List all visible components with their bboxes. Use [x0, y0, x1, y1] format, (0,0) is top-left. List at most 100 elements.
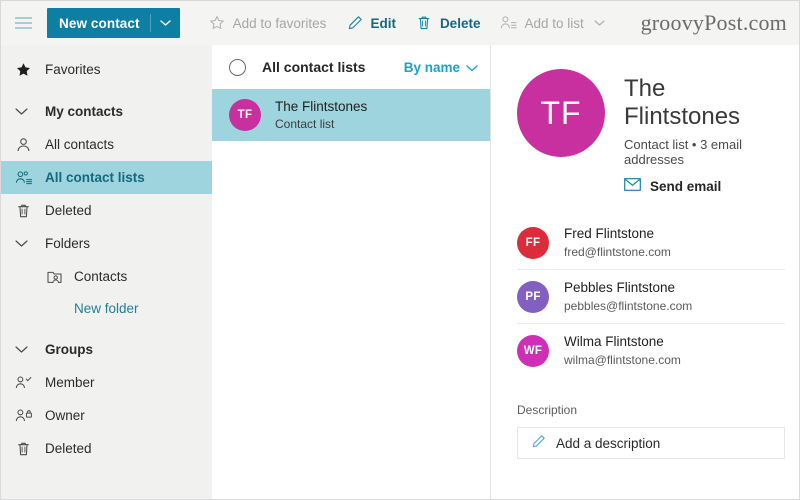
description-label: Description: [517, 403, 578, 418]
toolbar: New contact Add to favorites Edit Delete…: [1, 1, 799, 45]
hamburger-bar: [14, 22, 32, 24]
new-contact-button[interactable]: New contact: [47, 8, 180, 38]
trash-icon: [416, 15, 433, 32]
add-to-favorites-label: Add to favorites: [232, 15, 327, 31]
add-to-list-button[interactable]: Add to list: [491, 9, 616, 38]
new-folder-link[interactable]: New folder: [1, 293, 212, 324]
edit-button[interactable]: Edit: [337, 9, 405, 38]
chevron-down-icon: [591, 15, 608, 32]
hamburger-icon[interactable]: [1, 1, 45, 45]
trash-icon: [15, 441, 41, 457]
sidebar-group-my-contacts[interactable]: My contacts: [1, 95, 212, 128]
chevron-down-icon: [466, 60, 478, 75]
person-icon: [15, 137, 41, 153]
avatar: TF: [229, 99, 261, 131]
sidebar-item-member[interactable]: Member: [1, 366, 212, 399]
sidebar-item-favorites[interactable]: Favorites: [1, 53, 212, 86]
member-meta: Wilma Flintstone wilma@flintstone.com: [564, 333, 681, 369]
sidebar-item-groups-deleted[interactable]: Deleted: [1, 432, 212, 465]
person-lock-icon: [15, 408, 41, 424]
description-placeholder: Add a description: [556, 435, 661, 451]
toolbar-actions: Add to favorites Edit Delete Add to list: [200, 9, 617, 38]
sidebar-item-owner[interactable]: Owner: [1, 399, 212, 432]
contact-list-panel: All contact lists By name TF The Flintst…: [212, 45, 491, 499]
edit-label: Edit: [370, 15, 396, 31]
sidebar-item-deleted[interactable]: Deleted: [1, 194, 212, 227]
contacts-app-window: New contact Add to favorites Edit Delete…: [0, 0, 800, 500]
folder-person-icon: [46, 269, 70, 285]
sort-by-control[interactable]: By name: [404, 60, 478, 75]
list-item-meta: The Flintstones Contact list: [275, 98, 367, 132]
detail-header-info: The Flintstones Contact list • 3 email a…: [624, 69, 785, 194]
add-to-list-label: Add to list: [524, 15, 584, 31]
sidebar-group-groups[interactable]: Groups: [1, 333, 212, 366]
list-item[interactable]: TF The Flintstones Contact list: [212, 89, 490, 141]
member-email: pebbles@flintstone.com: [564, 298, 693, 313]
list-item[interactable]: PF Pebbles Flintstone pebbles@flintstone…: [517, 270, 785, 325]
sidebar-item-label: All contact lists: [45, 170, 145, 185]
chevron-down-icon: [15, 239, 41, 248]
list-item-name: The Flintstones: [275, 98, 368, 114]
member-email: wilma@flintstone.com: [564, 352, 681, 367]
hamburger-bar: [14, 17, 32, 19]
member-name: Fred Flintstone: [564, 225, 655, 241]
send-email-label: Send email: [650, 178, 722, 194]
sidebar-item-label: Owner: [45, 408, 85, 423]
avatar: FF: [517, 226, 549, 259]
main-body: Favorites My contacts All contacts All c…: [1, 45, 799, 499]
member-meta: Pebbles Flintstone pebbles@flintstone.co…: [564, 279, 692, 315]
list-title: All contact lists: [262, 59, 366, 75]
avatar: PF: [517, 280, 549, 313]
avatar: WF: [517, 334, 549, 367]
sidebar-item-label: Deleted: [45, 203, 92, 218]
chevron-down-icon: [15, 345, 41, 354]
sidebar-item-label: Favorites: [45, 62, 101, 77]
person-check-icon: [15, 375, 41, 391]
member-list: FF Fred Flintstone fred@flintstone.com P…: [517, 216, 785, 377]
sidebar: Favorites My contacts All contacts All c…: [1, 45, 212, 499]
circle-unchecked-icon[interactable]: [229, 58, 246, 76]
description-input[interactable]: Add a description: [517, 427, 785, 460]
member-name: Wilma Flintstone: [564, 333, 664, 349]
sidebar-item-contacts-folder[interactable]: Contacts: [1, 260, 212, 293]
list-item-subtitle: Contact list: [275, 117, 335, 132]
list-item[interactable]: WF Wilma Flintstone wilma@flintstone.com: [517, 324, 785, 377]
sidebar-item-all-contact-lists[interactable]: All contact lists: [1, 161, 212, 194]
star-icon: [209, 15, 226, 32]
send-email-button[interactable]: Send email: [624, 178, 785, 194]
page-title: The Flintstones: [624, 75, 741, 130]
hamburger-bar: [14, 27, 32, 29]
sidebar-item-label: Folders: [45, 236, 91, 251]
sidebar-item-label: Member: [45, 375, 95, 390]
sidebar-item-label: My contacts: [45, 104, 124, 119]
add-person-icon: [500, 15, 518, 32]
member-name: Pebbles Flintstone: [564, 279, 676, 295]
sort-by-label: By name: [403, 59, 460, 75]
chevron-down-icon[interactable]: [151, 19, 180, 27]
avatar-initials: PF: [525, 290, 541, 303]
avatar-initials: TF: [237, 109, 253, 121]
sidebar-group-folders[interactable]: Folders: [1, 227, 212, 260]
avatar-initials: FF: [525, 236, 541, 249]
chevron-down-icon: [15, 107, 41, 116]
detail-subtitle: Contact list • 3 email addresses: [624, 137, 742, 168]
add-to-favorites-button[interactable]: Add to favorites: [200, 9, 336, 38]
avatar: TF: [517, 69, 605, 157]
delete-button[interactable]: Delete: [407, 9, 490, 38]
list-header: All contact lists By name: [212, 45, 490, 89]
new-contact-label: New contact: [59, 15, 140, 31]
trash-icon: [15, 203, 41, 219]
detail-header: TF The Flintstones Contact list • 3 emai…: [517, 45, 785, 194]
pencil-icon: [346, 15, 363, 32]
member-meta: Fred Flintstone fred@flintstone.com: [564, 225, 671, 261]
watermark: groovyPost.com: [640, 10, 787, 35]
member-email: fred@flintstone.com: [564, 244, 671, 259]
sidebar-item-label: Groups: [45, 342, 94, 357]
sidebar-item-all-contacts[interactable]: All contacts: [1, 128, 212, 161]
pencil-icon: [531, 434, 546, 452]
list-item[interactable]: FF Fred Flintstone fred@flintstone.com: [517, 216, 785, 271]
sidebar-item-label: All contacts: [45, 137, 115, 152]
avatar-initials: WF: [523, 344, 543, 357]
